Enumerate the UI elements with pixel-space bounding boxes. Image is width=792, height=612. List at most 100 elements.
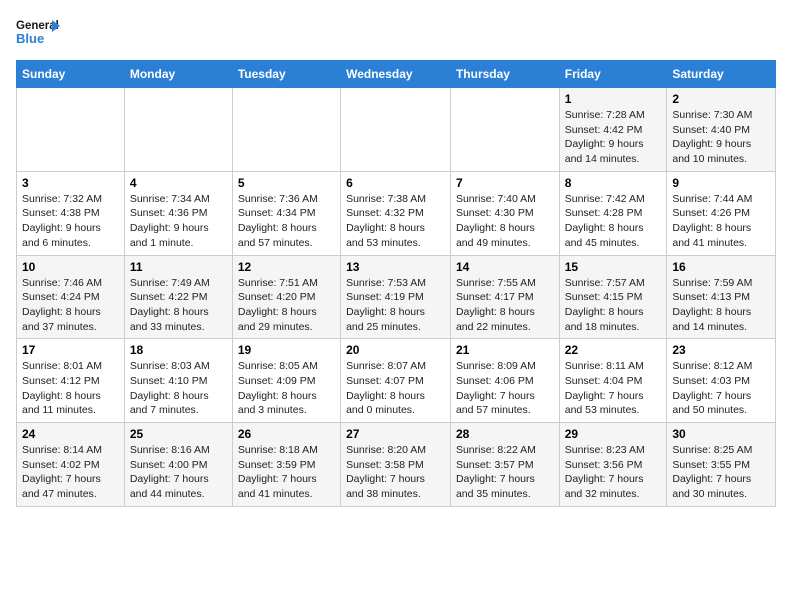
day-number: 30	[672, 427, 770, 441]
day-info: Sunrise: 7:36 AM Sunset: 4:34 PM Dayligh…	[238, 192, 335, 251]
day-info: Sunrise: 7:28 AM Sunset: 4:42 PM Dayligh…	[565, 108, 662, 167]
calendar-cell: 25 Sunrise: 8:16 AM Sunset: 4:00 PM Dayli…	[124, 423, 232, 507]
week-row-3: 17 Sunrise: 8:01 AM Sunset: 4:12 PM Dayli…	[17, 339, 776, 423]
day-number: 3	[22, 176, 119, 190]
day-number: 13	[346, 260, 445, 274]
day-number: 24	[22, 427, 119, 441]
svg-text:Blue: Blue	[16, 31, 44, 46]
day-info: Sunrise: 8:14 AM Sunset: 4:02 PM Dayligh…	[22, 443, 119, 502]
calendar-cell: 9Sunrise: 7:44 AM Sunset: 4:26 PM Daylig…	[667, 171, 776, 255]
day-number: 5	[238, 176, 335, 190]
calendar-cell: 14 Sunrise: 7:55 AM Sunset: 4:17 PM Dayli…	[450, 255, 559, 339]
day-number: 21	[456, 343, 554, 357]
day-number: 6	[346, 176, 445, 190]
day-number: 27	[346, 427, 445, 441]
day-info: Sunrise: 8:09 AM Sunset: 4:06 PM Dayligh…	[456, 359, 554, 418]
day-info: Sunrise: 7:55 AM Sunset: 4:17 PM Dayligh…	[456, 276, 554, 335]
calendar-cell: 22Sunrise: 8:11 AM Sunset: 4:04 PM Dayli…	[559, 339, 667, 423]
weekday-header-row: SundayMondayTuesdayWednesdayThursdayFrid…	[17, 61, 776, 88]
day-info: Sunrise: 8:20 AM Sunset: 3:58 PM Dayligh…	[346, 443, 445, 502]
day-info: Sunrise: 7:53 AM Sunset: 4:19 PM Dayligh…	[346, 276, 445, 335]
calendar-cell: 13 Sunrise: 7:53 AM Sunset: 4:19 PM Dayli…	[341, 255, 451, 339]
day-info: Sunrise: 7:51 AM Sunset: 4:20 PM Dayligh…	[238, 276, 335, 335]
calendar-cell: 27 Sunrise: 8:20 AM Sunset: 3:58 PM Dayli…	[341, 423, 451, 507]
day-info: Sunrise: 8:12 AM Sunset: 4:03 PM Dayligh…	[672, 359, 770, 418]
day-number: 10	[22, 260, 119, 274]
day-info: Sunrise: 7:34 AM Sunset: 4:36 PM Dayligh…	[130, 192, 227, 251]
weekday-header-tuesday: Tuesday	[232, 61, 340, 88]
day-info: Sunrise: 7:32 AM Sunset: 4:38 PM Dayligh…	[22, 192, 119, 251]
calendar-cell	[17, 88, 125, 172]
day-number: 1	[565, 92, 662, 106]
calendar-cell: 28 Sunrise: 8:22 AM Sunset: 3:57 PM Dayli…	[450, 423, 559, 507]
weekday-header-saturday: Saturday	[667, 61, 776, 88]
week-row-2: 10 Sunrise: 7:46 AM Sunset: 4:24 PM Dayli…	[17, 255, 776, 339]
calendar-cell: 18 Sunrise: 8:03 AM Sunset: 4:10 PM Dayli…	[124, 339, 232, 423]
logo-icon: General Blue	[16, 16, 60, 48]
week-row-4: 24 Sunrise: 8:14 AM Sunset: 4:02 PM Dayli…	[17, 423, 776, 507]
day-info: Sunrise: 7:59 AM Sunset: 4:13 PM Dayligh…	[672, 276, 770, 335]
calendar-cell: 4 Sunrise: 7:34 AM Sunset: 4:36 PM Daylig…	[124, 171, 232, 255]
calendar-cell: 8 Sunrise: 7:42 AM Sunset: 4:28 PM Daylig…	[559, 171, 667, 255]
weekday-header-wednesday: Wednesday	[341, 61, 451, 88]
calendar-cell	[124, 88, 232, 172]
day-info: Sunrise: 8:01 AM Sunset: 4:12 PM Dayligh…	[22, 359, 119, 418]
day-info: Sunrise: 7:49 AM Sunset: 4:22 PM Dayligh…	[130, 276, 227, 335]
calendar-cell: 24 Sunrise: 8:14 AM Sunset: 4:02 PM Dayli…	[17, 423, 125, 507]
day-number: 2	[672, 92, 770, 106]
day-info: Sunrise: 7:30 AM Sunset: 4:40 PM Dayligh…	[672, 108, 770, 167]
weekday-header-friday: Friday	[559, 61, 667, 88]
day-info: Sunrise: 7:38 AM Sunset: 4:32 PM Dayligh…	[346, 192, 445, 251]
day-info: Sunrise: 8:03 AM Sunset: 4:10 PM Dayligh…	[130, 359, 227, 418]
day-number: 22	[565, 343, 662, 357]
calendar-cell: 26 Sunrise: 8:18 AM Sunset: 3:59 PM Dayli…	[232, 423, 340, 507]
day-info: Sunrise: 7:57 AM Sunset: 4:15 PM Dayligh…	[565, 276, 662, 335]
day-number: 8	[565, 176, 662, 190]
day-info: Sunrise: 7:44 AM Sunset: 4:26 PM Dayligh…	[672, 192, 770, 251]
weekday-header-monday: Monday	[124, 61, 232, 88]
logo: General Blue	[16, 16, 60, 48]
day-number: 26	[238, 427, 335, 441]
calendar-cell: 12 Sunrise: 7:51 AM Sunset: 4:20 PM Dayli…	[232, 255, 340, 339]
day-info: Sunrise: 8:18 AM Sunset: 3:59 PM Dayligh…	[238, 443, 335, 502]
day-info: Sunrise: 7:42 AM Sunset: 4:28 PM Dayligh…	[565, 192, 662, 251]
page-header: General Blue	[16, 16, 776, 48]
day-info: Sunrise: 7:40 AM Sunset: 4:30 PM Dayligh…	[456, 192, 554, 251]
day-number: 23	[672, 343, 770, 357]
day-number: 25	[130, 427, 227, 441]
day-number: 18	[130, 343, 227, 357]
day-info: Sunrise: 8:22 AM Sunset: 3:57 PM Dayligh…	[456, 443, 554, 502]
day-info: Sunrise: 7:46 AM Sunset: 4:24 PM Dayligh…	[22, 276, 119, 335]
day-number: 28	[456, 427, 554, 441]
weekday-header-sunday: Sunday	[17, 61, 125, 88]
calendar-cell: 21 Sunrise: 8:09 AM Sunset: 4:06 PM Dayli…	[450, 339, 559, 423]
day-number: 19	[238, 343, 335, 357]
day-number: 7	[456, 176, 554, 190]
day-info: Sunrise: 8:07 AM Sunset: 4:07 PM Dayligh…	[346, 359, 445, 418]
calendar-cell: 7 Sunrise: 7:40 AM Sunset: 4:30 PM Daylig…	[450, 171, 559, 255]
calendar-cell: 11 Sunrise: 7:49 AM Sunset: 4:22 PM Dayli…	[124, 255, 232, 339]
day-number: 11	[130, 260, 227, 274]
calendar-cell: 6 Sunrise: 7:38 AM Sunset: 4:32 PM Daylig…	[341, 171, 451, 255]
day-info: Sunrise: 8:05 AM Sunset: 4:09 PM Dayligh…	[238, 359, 335, 418]
day-number: 20	[346, 343, 445, 357]
calendar-cell: 3 Sunrise: 7:32 AM Sunset: 4:38 PM Daylig…	[17, 171, 125, 255]
calendar-cell: 15Sunrise: 7:57 AM Sunset: 4:15 PM Dayli…	[559, 255, 667, 339]
calendar-cell	[450, 88, 559, 172]
day-number: 14	[456, 260, 554, 274]
weekday-header-thursday: Thursday	[450, 61, 559, 88]
calendar-cell: 17 Sunrise: 8:01 AM Sunset: 4:12 PM Dayli…	[17, 339, 125, 423]
day-number: 29	[565, 427, 662, 441]
calendar-cell: 2 Sunrise: 7:30 AM Sunset: 4:40 PM Daylig…	[667, 88, 776, 172]
calendar-cell: 5 Sunrise: 7:36 AM Sunset: 4:34 PM Daylig…	[232, 171, 340, 255]
day-number: 12	[238, 260, 335, 274]
calendar-cell: 19 Sunrise: 8:05 AM Sunset: 4:09 PM Dayli…	[232, 339, 340, 423]
day-number: 17	[22, 343, 119, 357]
week-row-1: 3 Sunrise: 7:32 AM Sunset: 4:38 PM Daylig…	[17, 171, 776, 255]
calendar-cell: 30Sunrise: 8:25 AM Sunset: 3:55 PM Dayli…	[667, 423, 776, 507]
day-info: Sunrise: 8:23 AM Sunset: 3:56 PM Dayligh…	[565, 443, 662, 502]
day-info: Sunrise: 8:16 AM Sunset: 4:00 PM Dayligh…	[130, 443, 227, 502]
calendar-cell: 29 Sunrise: 8:23 AM Sunset: 3:56 PM Dayli…	[559, 423, 667, 507]
calendar-cell	[232, 88, 340, 172]
day-number: 4	[130, 176, 227, 190]
